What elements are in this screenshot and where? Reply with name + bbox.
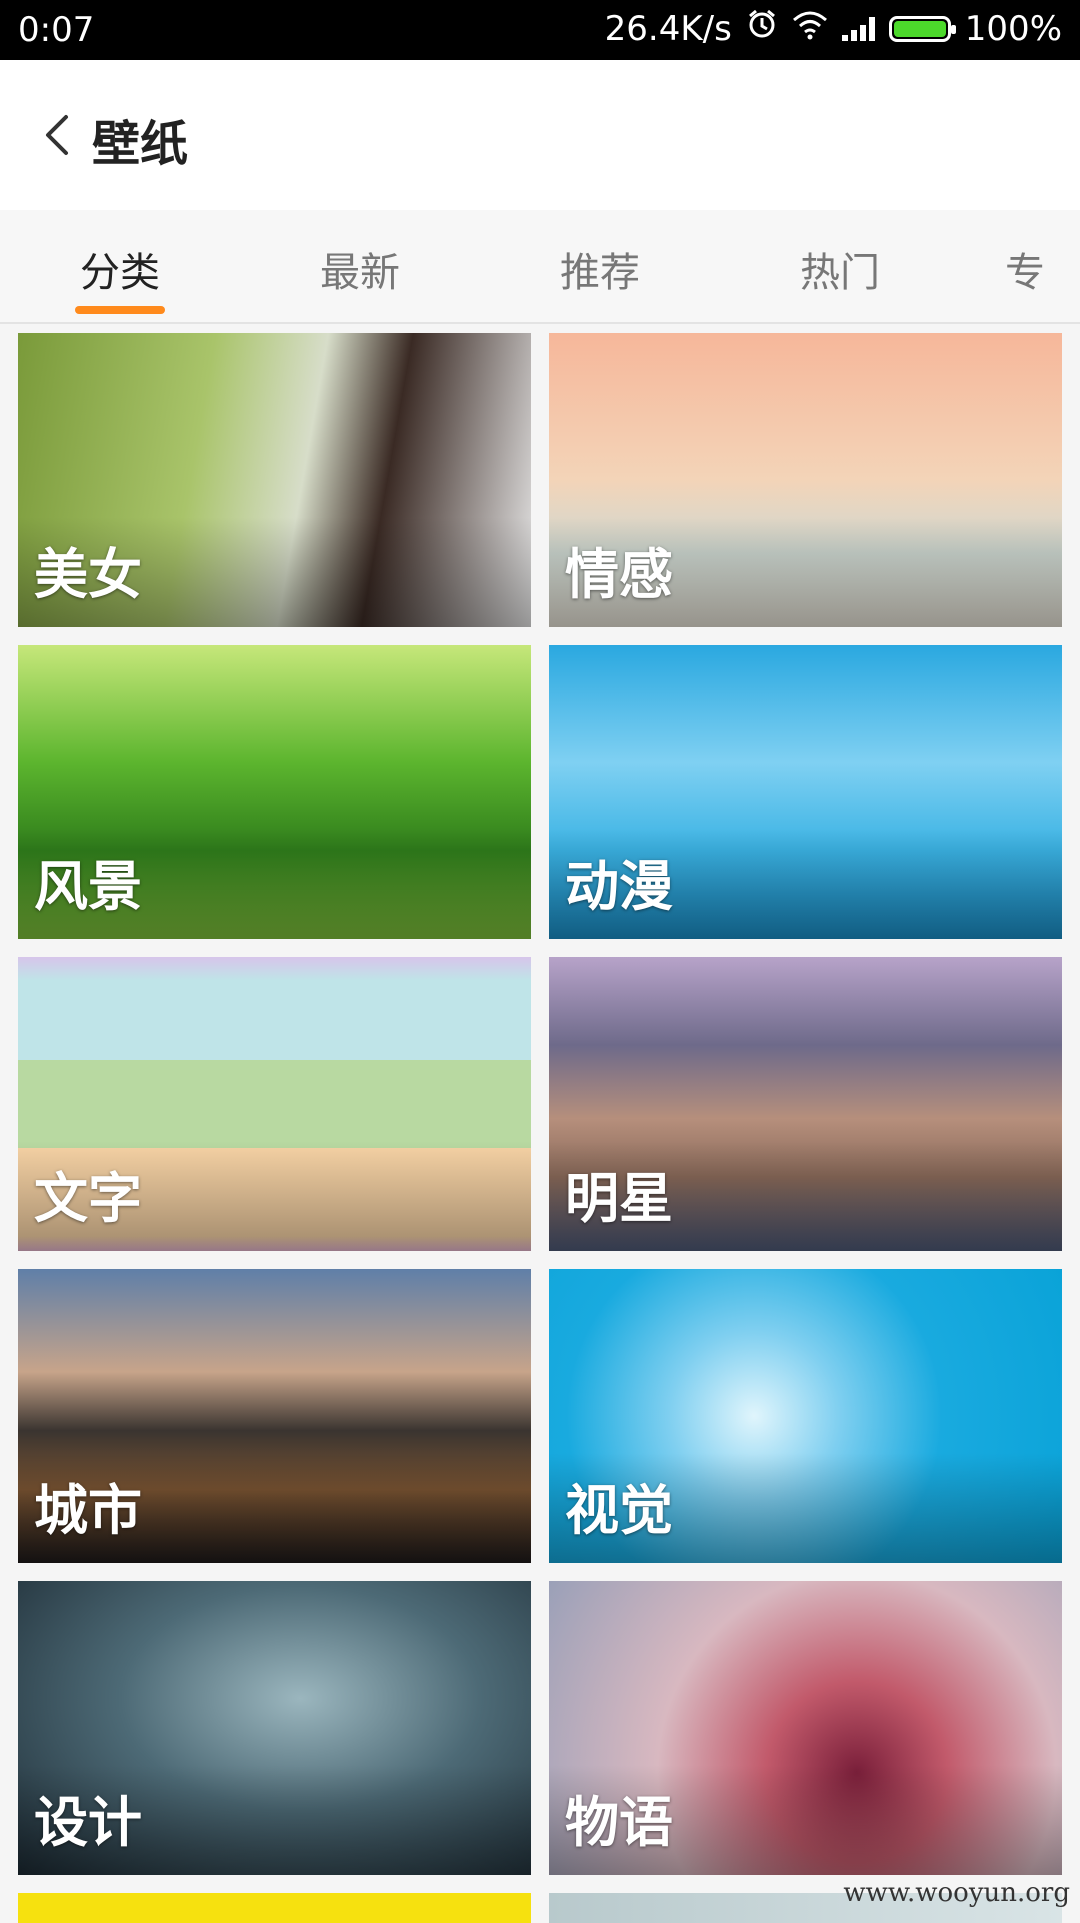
- category-tile-visual[interactable]: 视觉: [549, 1269, 1062, 1563]
- category-label: 文字: [34, 1167, 142, 1230]
- category-label: 设计: [34, 1791, 142, 1854]
- category-tile-story[interactable]: 物语: [549, 1581, 1062, 1875]
- category-tile-text[interactable]: 文字: [18, 957, 531, 1251]
- category-label: 明星: [565, 1167, 673, 1230]
- tab-indicator: [75, 306, 165, 314]
- alarm-icon: [746, 8, 778, 49]
- status-bar: 0:07 26.4K/s 100%: [0, 0, 1080, 60]
- category-tile-emotion[interactable]: 情感: [549, 333, 1062, 627]
- watermark: www.wooyun.org: [843, 1878, 1070, 1908]
- tab-recommended[interactable]: 推荐: [530, 240, 670, 298]
- category-label: 视觉: [565, 1479, 673, 1542]
- page-title: 壁纸: [92, 116, 189, 172]
- tab-category[interactable]: 分类: [50, 240, 190, 298]
- category-tile-design[interactable]: 设计: [18, 1581, 531, 1875]
- category-tile-scenery[interactable]: 风景: [18, 645, 531, 939]
- category-tile-partial[interactable]: [18, 1893, 531, 1923]
- category-tile-celebrity[interactable]: 明星: [549, 957, 1062, 1251]
- category-tile-anime[interactable]: 动漫: [549, 645, 1062, 939]
- signal-icon: [841, 16, 875, 41]
- tab-latest[interactable]: 最新: [290, 240, 430, 298]
- app-header: 壁纸: [0, 60, 1080, 210]
- network-speed: 26.4K/s: [604, 8, 732, 49]
- category-label: 美女: [34, 543, 142, 606]
- tab-popular[interactable]: 热门: [770, 240, 910, 298]
- category-label: 动漫: [565, 855, 673, 918]
- category-label: 情感: [565, 543, 673, 606]
- category-label: 城市: [34, 1479, 142, 1542]
- category-tabs: 分类 最新 推荐 热门 专: [0, 210, 1080, 324]
- back-button[interactable]: [30, 105, 90, 165]
- battery-percent: 100%: [964, 8, 1062, 49]
- battery-icon: [888, 15, 956, 42]
- category-tile-beauty[interactable]: 美女: [18, 333, 531, 627]
- chevron-left-icon: [46, 115, 68, 155]
- status-time: 0:07: [18, 10, 95, 50]
- wifi-icon: [792, 9, 828, 49]
- tab-special[interactable]: 专: [1005, 240, 1080, 298]
- category-tile-city[interactable]: 城市: [18, 1269, 531, 1563]
- category-label: 物语: [565, 1791, 673, 1854]
- category-label: 风景: [34, 855, 142, 918]
